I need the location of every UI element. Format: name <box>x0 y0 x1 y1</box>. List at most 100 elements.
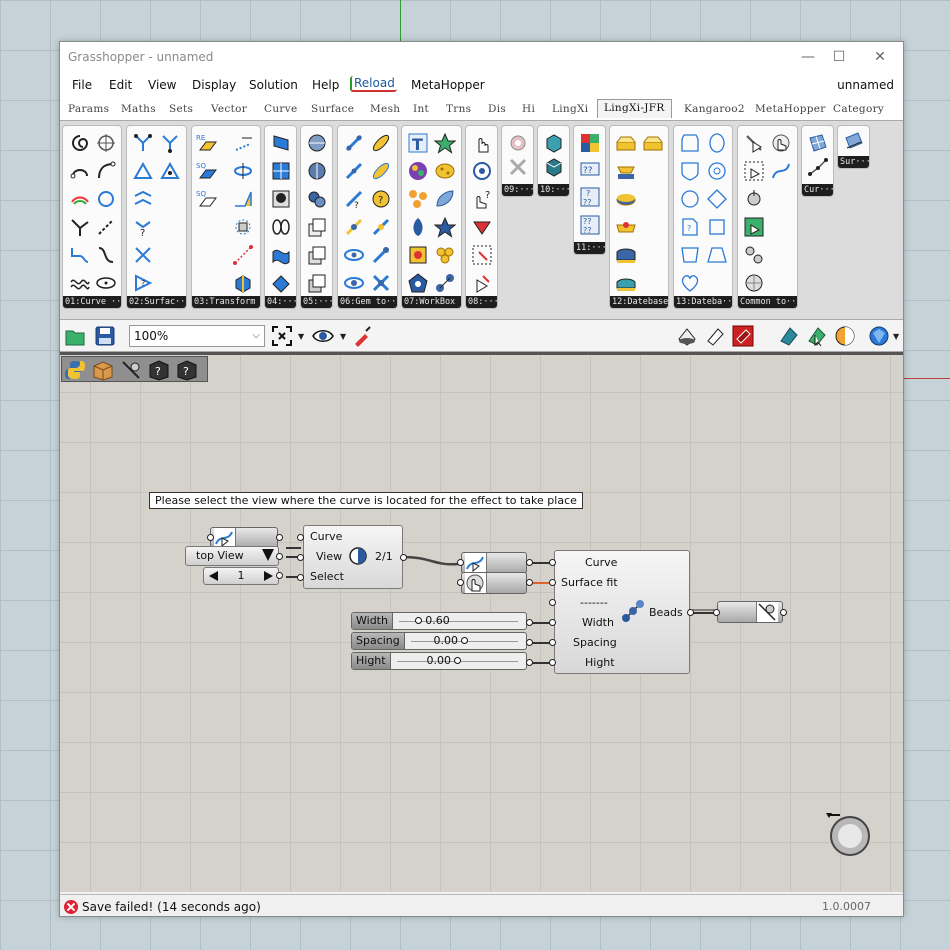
beads-output-grip[interactable] <box>687 609 694 616</box>
package-box-icon[interactable] <box>92 359 114 381</box>
gem-ring-icon[interactable] <box>343 244 365 266</box>
surface-loft-icon[interactable] <box>132 244 154 266</box>
curve-param-right[interactable] <box>461 552 527 574</box>
curve-spiral-icon[interactable] <box>69 132 91 154</box>
surface-param-output-grip[interactable] <box>526 579 533 586</box>
blue-shell-icon[interactable] <box>434 188 456 210</box>
curve-dotted-icon[interactable] <box>95 216 117 238</box>
mesh-wave-icon[interactable] <box>270 244 292 266</box>
tab-int[interactable]: Int <box>413 103 429 115</box>
beads-separator-grip[interactable] <box>549 599 556 606</box>
gold-tray-icon[interactable] <box>615 216 637 238</box>
gem-orbit-icon[interactable] <box>343 272 365 294</box>
teal-mesh-icon[interactable] <box>778 325 800 347</box>
surface-net-icon-2[interactable] <box>159 160 181 182</box>
view-dropdown-output-grip[interactable] <box>276 553 283 560</box>
preview-shaded-icon[interactable] <box>704 325 726 347</box>
open-file-icon[interactable] <box>64 325 86 347</box>
stepper-increment-icon[interactable] <box>264 571 273 581</box>
output-param-input-grip[interactable] <box>713 609 720 616</box>
slider-spacing[interactable]: Spacing 0.00 <box>351 632 527 650</box>
chain-pick-icon[interactable] <box>743 244 765 266</box>
tab-sets[interactable]: Sets <box>169 103 193 115</box>
box-stack-icon-2[interactable] <box>306 244 328 266</box>
view-comp-output-grip[interactable] <box>400 554 407 561</box>
slider-spacing-knob[interactable] <box>460 637 468 644</box>
teal-cube-icon[interactable] <box>543 132 565 154</box>
tab-hi[interactable]: Hi <box>522 103 535 115</box>
curve-branch-icon[interactable] <box>69 216 91 238</box>
transform-path-icon[interactable] <box>232 244 254 266</box>
view-comp-curve-grip[interactable] <box>297 534 304 541</box>
beads-width-grip[interactable] <box>549 619 556 626</box>
gem-pearl-icon[interactable] <box>343 216 365 238</box>
curve-step-icon[interactable] <box>69 244 91 266</box>
output-param-output-grip[interactable] <box>780 609 787 616</box>
view-select-component[interactable]: Curve View Select 2/1 <box>303 525 403 589</box>
tab-params[interactable]: Params <box>68 103 109 115</box>
tab-metahopper[interactable]: MetaHopper <box>755 103 826 115</box>
outline-heart-icon[interactable] <box>679 272 701 294</box>
bead-chain-icon[interactable] <box>434 272 456 294</box>
preview-wire-icon[interactable] <box>676 325 698 347</box>
menu-edit[interactable]: Edit <box>109 78 132 92</box>
curve-points-icon[interactable] <box>807 156 829 178</box>
orange-dots-icon[interactable] <box>407 188 429 210</box>
teal-cube-icon-2[interactable] <box>543 156 565 178</box>
output-geometry-param[interactable] <box>717 601 783 623</box>
gold-stack-icon[interactable] <box>615 160 637 182</box>
star-green-icon[interactable] <box>434 132 456 154</box>
surface-param[interactable] <box>461 572 527 594</box>
curve-param-right-input-grip[interactable] <box>457 559 464 566</box>
gem-feather-icon-2[interactable] <box>370 160 392 182</box>
preview-selected-icon[interactable] <box>732 325 754 347</box>
outline-diamond-icon[interactable] <box>706 188 728 210</box>
beads-surface-fit-grip[interactable] <box>549 579 556 586</box>
curve-param-right-output-grip[interactable] <box>526 559 533 566</box>
menu-reload[interactable]: Reload <box>350 76 397 92</box>
pick-tool-icon[interactable] <box>743 132 765 154</box>
zoom-extents-icon[interactable] <box>271 325 293 347</box>
curve-param-left-output-grip[interactable] <box>276 534 283 541</box>
bead-tool-icon[interactable] <box>120 359 142 381</box>
curve-pick-icon[interactable] <box>770 160 792 182</box>
surface-query-icon[interactable]: ? <box>132 216 154 238</box>
view-comp-view-grip[interactable] <box>297 554 304 561</box>
mesh-face-icon[interactable] <box>270 132 292 154</box>
curve-wave-icon[interactable] <box>69 272 91 294</box>
transform-box-icon[interactable] <box>232 272 254 294</box>
gem-box-icon[interactable] <box>407 244 429 266</box>
tab-trns[interactable]: Trns <box>446 103 471 115</box>
zoom-extents-caret-icon[interactable]: ▼ <box>298 332 304 341</box>
transform-fold-icon[interactable] <box>232 188 254 210</box>
minimize-button[interactable]: — <box>793 46 823 68</box>
outline-ring-icon[interactable] <box>706 160 728 182</box>
curve-arc-icon[interactable] <box>95 160 117 182</box>
surface-patch-icon[interactable]: ? <box>132 272 154 294</box>
select-red-icon[interactable] <box>471 272 493 294</box>
red-arrow-icon[interactable] <box>471 216 493 238</box>
query-box-icon[interactable]: ?? <box>579 158 601 180</box>
select-stepper-output-grip[interactable] <box>276 572 283 579</box>
tab-surface[interactable]: Surface <box>311 103 354 115</box>
maximize-button[interactable]: ☐ <box>829 46 849 68</box>
tab-mesh[interactable]: Mesh <box>370 103 400 115</box>
grasshopper-canvas[interactable]: ? ? Please select the view where the cur… <box>60 352 903 892</box>
transform-sq-icon[interactable]: SQ <box>196 160 218 182</box>
blue-gem-icon[interactable] <box>868 325 890 347</box>
outline-shape-icon[interactable] <box>679 132 701 154</box>
blue-dots-icon[interactable] <box>471 160 493 182</box>
tab-lingxi-jfr[interactable]: LingXi-JFR <box>597 99 672 118</box>
preview-caret-icon[interactable]: ▼ <box>340 332 346 341</box>
blue-leaf-icon[interactable] <box>407 216 429 238</box>
mystery-box-icon[interactable]: ? <box>148 359 170 381</box>
curve-loop-icon[interactable] <box>69 160 91 182</box>
outline-circle-icon[interactable] <box>679 188 701 210</box>
save-file-icon[interactable] <box>94 325 116 347</box>
slider-width-knob[interactable] <box>415 617 423 624</box>
mesh-cylinder-icon[interactable] <box>270 216 292 238</box>
tab-curve[interactable]: Curve <box>264 103 297 115</box>
surface-grid-icon[interactable] <box>807 132 829 154</box>
transform-rotate-icon[interactable] <box>232 160 254 182</box>
slider-width[interactable]: Width 0.60 <box>351 612 527 630</box>
